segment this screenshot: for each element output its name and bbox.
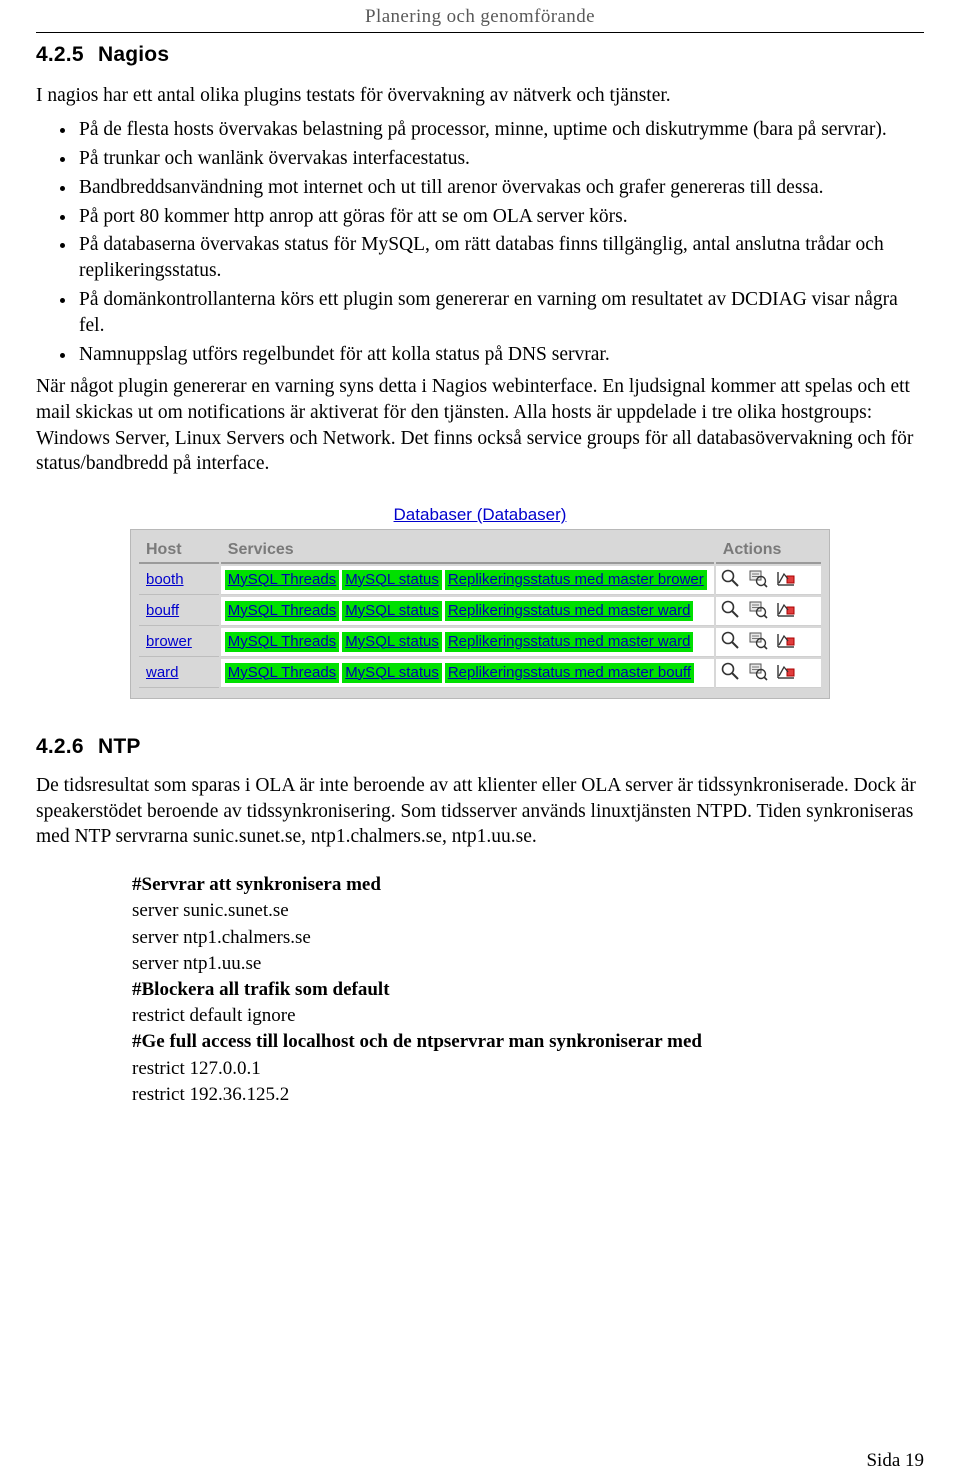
host-detail-icon[interactable] — [748, 599, 768, 623]
service-status-link[interactable]: MySQL Threads — [224, 569, 340, 591]
service-status-link[interactable]: MySQL Threads — [224, 662, 340, 684]
list-item: På trunkar och wanlänk övervakas interfa… — [36, 146, 924, 172]
service-status-link[interactable]: MySQL Threads — [224, 631, 340, 653]
host-link[interactable]: booth — [146, 571, 184, 588]
table-row: bouff MySQL Threads MySQL status Replikeri… — [139, 596, 821, 626]
host-cell: brower — [139, 627, 219, 657]
heading-nagios-title: Nagios — [98, 43, 170, 66]
config-line: server sunic.sunet.se — [132, 900, 289, 922]
service-status-link[interactable]: Replikeringsstatus med master bouff — [444, 662, 694, 684]
running-header: Planering och genomförande — [365, 6, 595, 27]
heading-ntp-title: NTP — [98, 734, 141, 758]
config-line: restrict 127.0.0.1 — [132, 1057, 261, 1079]
services-cell: MySQL Threads MySQL status Replikeringssta… — [220, 565, 714, 595]
nagios-screenshot-figure: Databaser (Databaser) Host Services Acti… — [130, 505, 830, 699]
ntp-config-block: #Servrar att synkronisera med server sun… — [132, 872, 924, 1108]
nagios-outro: När något plugin genererar en varning sy… — [36, 376, 914, 475]
host-cell: ward — [139, 658, 219, 688]
heading-ntp: 4.2.6 NTP — [36, 735, 924, 759]
services-cell: MySQL Threads MySQL status Replikeringssta… — [220, 596, 714, 626]
list-item: På domänkontrollanterna körs ett plugin … — [36, 287, 924, 339]
nagios-servicegroup-title: Databaser (Databaser) — [393, 504, 567, 524]
service-status-link[interactable]: MySQL status — [342, 662, 442, 684]
config-line: #Blockera all trafik som default — [132, 979, 390, 1001]
trends-icon[interactable] — [776, 599, 796, 623]
host-cell: bouff — [139, 596, 219, 626]
heading-nagios: 4.2.5 Nagios — [36, 43, 924, 67]
trends-icon[interactable] — [776, 661, 796, 685]
heading-nagios-number: 4.2.5 — [36, 43, 84, 66]
heading-ntp-number: 4.2.6 — [36, 734, 84, 758]
list-item: På port 80 kommer http anrop att göras f… — [36, 204, 924, 230]
page-footer: Sida 19 — [866, 1450, 924, 1471]
host-detail-icon[interactable] — [748, 661, 768, 685]
services-cell: MySQL Threads MySQL status Replikeringssta… — [220, 658, 714, 688]
magnifier-icon[interactable] — [720, 661, 740, 685]
config-line: server ntp1.uu.se — [132, 952, 262, 974]
magnifier-icon[interactable] — [720, 568, 740, 592]
actions-cell — [715, 596, 821, 626]
service-status-link[interactable]: MySQL status — [342, 600, 442, 622]
list-item: På databaserna övervakas status för MySQ… — [36, 232, 924, 284]
service-status-link[interactable]: Replikeringsstatus med master ward — [444, 600, 694, 622]
list-item: Namnuppslag utförs regelbundet för att k… — [36, 342, 924, 368]
config-line: server ntp1.chalmers.se — [132, 926, 311, 948]
nagios-status-table: Host Services Actions booth MySQL Thread… — [137, 536, 823, 690]
config-line: #Servrar att synkronisera med — [132, 874, 381, 896]
host-link[interactable]: bouff — [146, 602, 179, 619]
magnifier-icon[interactable] — [720, 599, 740, 623]
actions-cell — [715, 658, 821, 688]
nagios-intro: I nagios har ett antal olika plugins tes… — [36, 85, 671, 106]
list-item: På de flesta hosts övervakas belastning … — [36, 117, 924, 143]
service-status-link[interactable]: MySQL status — [342, 569, 442, 591]
table-row: booth MySQL Threads MySQL status Replikeri… — [139, 565, 821, 595]
document-page: Planering och genomförande 4.2.5 Nagios I… — [0, 0, 960, 1482]
service-status-link[interactable]: Replikeringsstatus med master ward — [444, 631, 694, 653]
host-detail-icon[interactable] — [748, 568, 768, 592]
ntp-paragraph: De tidsresultat som sparas i OLA är inte… — [36, 774, 916, 848]
table-row: ward MySQL Threads MySQL status Replikerin… — [139, 658, 821, 688]
service-status-link[interactable]: MySQL Threads — [224, 600, 340, 622]
table-row: brower MySQL Threads MySQL status Repliker… — [139, 627, 821, 657]
column-header-actions: Actions — [715, 537, 821, 564]
actions-cell — [715, 565, 821, 595]
table-header-row: Host Services Actions — [139, 537, 821, 564]
services-cell: MySQL Threads MySQL status Replikeringssta… — [220, 627, 714, 657]
host-link[interactable]: brower — [146, 633, 192, 650]
service-status-link[interactable]: MySQL status — [342, 631, 442, 653]
column-header-host: Host — [139, 537, 219, 564]
nagios-bullet-list: På de flesta hosts övervakas belastning … — [36, 117, 924, 368]
config-line: #Ge full access till localhost och de nt… — [132, 1031, 702, 1053]
magnifier-icon[interactable] — [720, 630, 740, 654]
host-cell: booth — [139, 565, 219, 595]
host-link[interactable]: ward — [146, 664, 179, 681]
host-detail-icon[interactable] — [748, 630, 768, 654]
column-header-services: Services — [220, 537, 714, 564]
list-item: Bandbreddsanvändning mot internet och ut… — [36, 175, 924, 201]
config-line: restrict 192.36.125.2 — [132, 1083, 290, 1105]
config-line: restrict default ignore — [132, 1005, 296, 1027]
nagios-table-panel: Host Services Actions booth MySQL Thread… — [130, 528, 830, 699]
service-status-link[interactable]: Replikeringsstatus med master brower — [444, 569, 707, 591]
header-divider — [36, 32, 924, 33]
actions-cell — [715, 627, 821, 657]
trends-icon[interactable] — [776, 630, 796, 654]
trends-icon[interactable] — [776, 568, 796, 592]
